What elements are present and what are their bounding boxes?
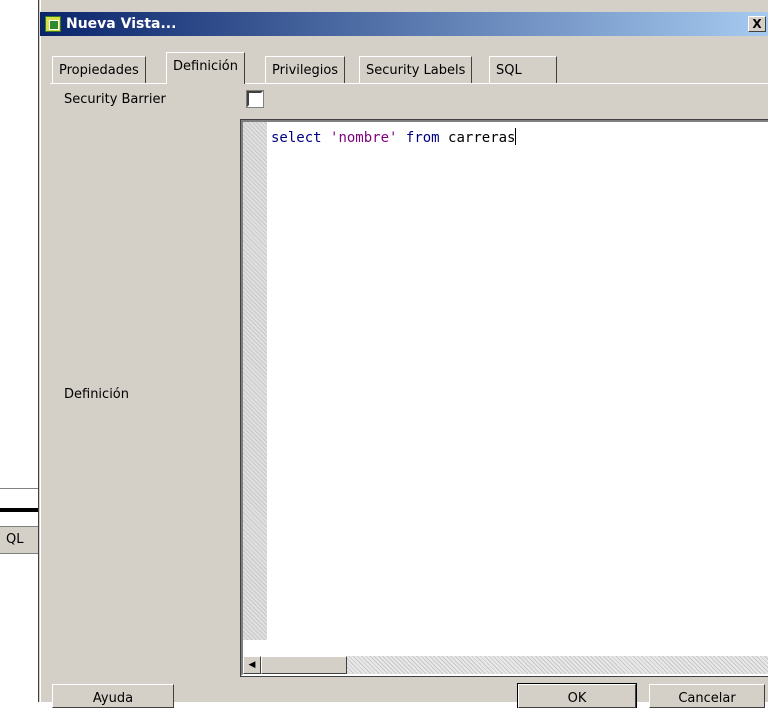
dialog-title: Nueva Vista... xyxy=(66,16,177,32)
tab-label: Definición xyxy=(173,59,238,74)
definition-label: Definición xyxy=(64,387,129,402)
close-button[interactable]: X xyxy=(748,16,766,32)
sql-string: 'nombre' xyxy=(330,130,398,146)
scrollbar-thumb[interactable] xyxy=(261,656,347,674)
tab-security-labels[interactable]: Security Labels xyxy=(359,56,473,84)
tab-propiedades[interactable]: Propiedades xyxy=(52,56,146,84)
background-window-edge xyxy=(0,508,40,512)
tab-privilegios[interactable]: Privilegios xyxy=(265,56,346,84)
ok-button[interactable]: OK xyxy=(517,683,637,708)
ok-button-label: OK xyxy=(567,691,587,706)
title-bar[interactable]: Nueva Vista... X xyxy=(40,12,768,36)
tab-label: Security Labels xyxy=(366,63,466,78)
close-icon: X xyxy=(752,17,762,31)
text-caret xyxy=(515,128,517,145)
help-button[interactable]: Ayuda xyxy=(52,684,174,708)
background-tab-label: QL xyxy=(6,532,24,547)
nueva-vista-dialog: Nueva Vista... X Propiedades Definición … xyxy=(39,0,768,708)
sql-code-line[interactable]: select 'nombre' from carreras xyxy=(271,128,517,146)
sql-definition-editor[interactable]: select 'nombre' from carreras ◀ ▶ xyxy=(240,119,768,677)
sql-identifier: carreras xyxy=(448,130,516,146)
editor-gutter xyxy=(243,122,267,640)
background-window-divider xyxy=(0,488,40,489)
tab-label: Privilegios xyxy=(272,63,339,78)
tab-sql[interactable]: SQL xyxy=(489,56,557,84)
tab-label: SQL xyxy=(496,63,522,78)
security-barrier-checkbox[interactable] xyxy=(246,90,264,108)
sql-keyword: select xyxy=(271,130,322,146)
sql-keyword: from xyxy=(405,130,440,146)
tab-definicion[interactable]: Definición xyxy=(166,52,245,84)
security-barrier-label: Security Barrier xyxy=(64,92,166,107)
cancel-button[interactable]: Cancelar xyxy=(649,684,765,708)
background-tab-sql[interactable]: QL xyxy=(0,526,40,554)
arrow-left-icon[interactable]: ◀ xyxy=(243,656,261,674)
view-icon xyxy=(45,16,61,32)
help-button-label: Ayuda xyxy=(92,691,134,706)
tab-label: Propiedades xyxy=(59,63,139,78)
horizontal-scrollbar[interactable]: ◀ ▶ xyxy=(243,656,768,674)
tab-strip: Propiedades Definición Privilegios Secur… xyxy=(52,52,752,84)
cancel-button-label: Cancelar xyxy=(678,691,736,706)
background-window: QL xyxy=(0,486,40,576)
